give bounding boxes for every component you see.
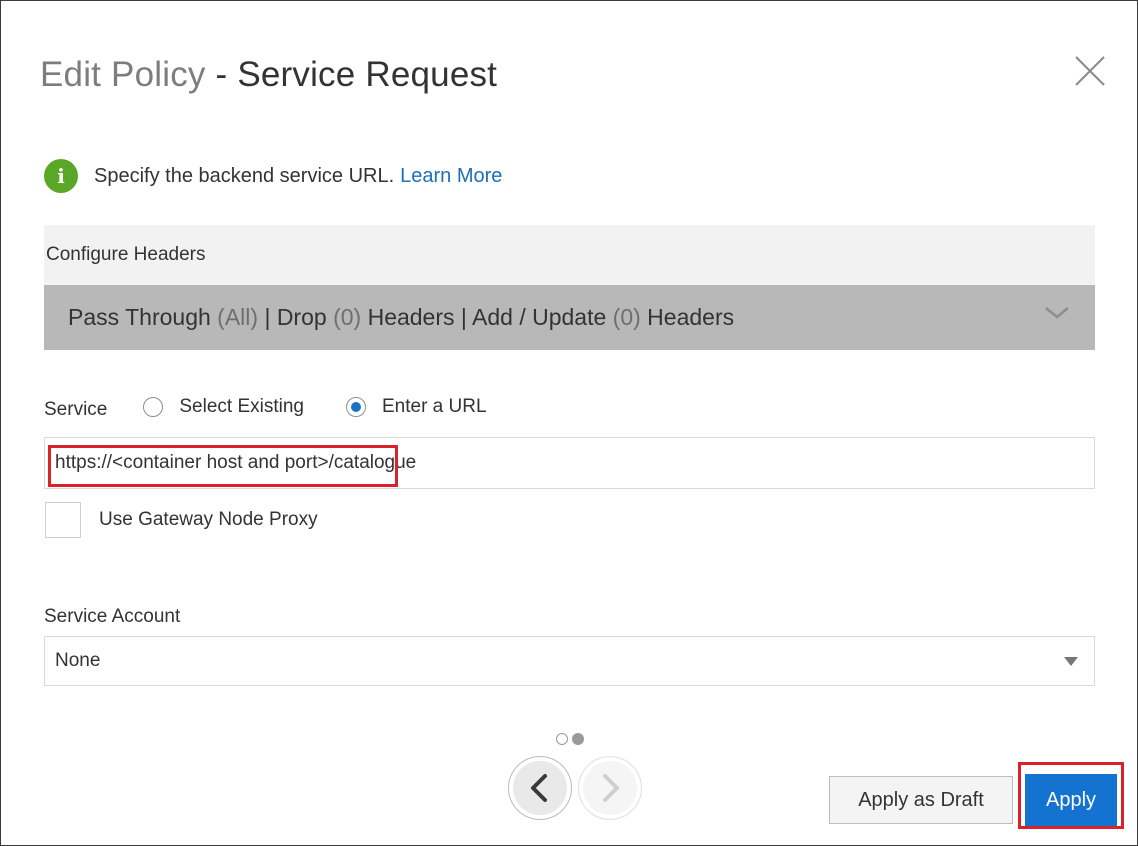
headers-pass-through-count: (All)	[217, 304, 259, 330]
page-indicator	[556, 733, 584, 745]
apply-button[interactable]: Apply	[1025, 774, 1117, 826]
caret-down-icon	[1064, 657, 1078, 666]
info-message: i Specify the backend service URL. Learn…	[44, 157, 502, 195]
radio-enter-url-label[interactable]: Enter a URL	[382, 396, 487, 418]
dialog-title-prefix: Edit Policy	[40, 55, 206, 94]
radio-select-existing[interactable]	[143, 397, 164, 417]
chevron-left-icon	[531, 774, 547, 802]
radio-enter-url[interactable]	[345, 397, 366, 417]
gateway-proxy-row: Use Gateway Node Proxy	[45, 502, 318, 538]
service-account-select[interactable]: None	[44, 636, 1095, 686]
service-account-value: None	[55, 650, 101, 671]
info-text: Specify the backend service URL.	[94, 164, 395, 187]
headers-drop: | Drop	[258, 304, 334, 330]
url-host-highlight	[48, 445, 398, 487]
service-account-label: Service Account	[44, 606, 181, 627]
headers-add-update-count: (0)	[612, 304, 641, 330]
service-label: Service	[44, 399, 108, 420]
learn-more-link[interactable]: Learn More	[400, 165, 502, 188]
gateway-proxy-label: Use Gateway Node Proxy	[99, 509, 318, 530]
headers-drop-count: (0)	[333, 304, 362, 330]
dialog-title: Edit Policy - Service Request	[40, 55, 497, 95]
configure-headers-panel: Configure Headers Pass Through (All) | D…	[44, 225, 1095, 350]
close-icon	[1075, 56, 1105, 86]
info-icon: i	[44, 159, 78, 193]
previous-button[interactable]	[508, 756, 572, 820]
close-button[interactable]	[1072, 53, 1108, 89]
page-dot-2[interactable]	[572, 733, 584, 745]
headers-summary-toggle[interactable]: Pass Through (All) | Drop (0) Headers | …	[44, 285, 1095, 350]
next-button[interactable]	[578, 756, 642, 820]
configure-headers-label: Configure Headers	[44, 225, 1095, 285]
service-selector: Service Select Existing Enter a URL	[44, 390, 529, 424]
apply-as-draft-button[interactable]: Apply as Draft	[829, 776, 1013, 824]
headers-add-update: Headers | Add / Update	[361, 304, 613, 330]
chevron-down-icon	[1045, 307, 1069, 319]
page-dot-1[interactable]	[556, 733, 568, 745]
headers-suffix: Headers	[640, 304, 735, 330]
dialog-title-suffix: - Service Request	[205, 55, 498, 94]
gateway-proxy-checkbox[interactable]	[45, 502, 81, 538]
chevron-right-icon	[603, 774, 619, 802]
radio-select-existing-label[interactable]: Select Existing	[179, 396, 304, 418]
headers-pass-through: Pass Through	[68, 304, 218, 330]
